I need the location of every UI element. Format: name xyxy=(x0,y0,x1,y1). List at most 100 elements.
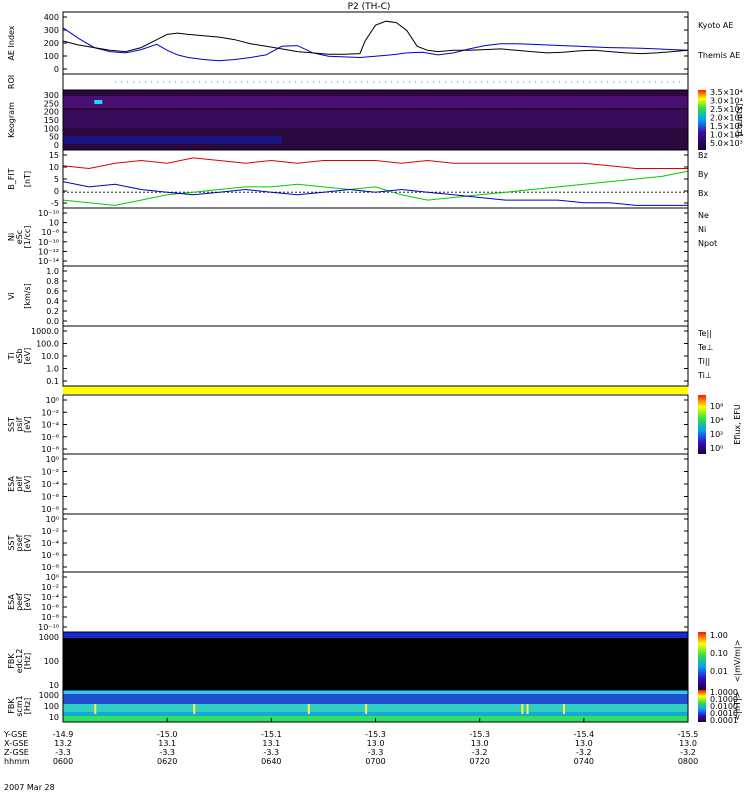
fbk2-spike-6 xyxy=(563,704,565,714)
panel-frame-roi xyxy=(62,73,689,91)
fbk2-colorbar-label: <|nT|> xyxy=(733,692,742,721)
ytick-ti: 10.0 xyxy=(41,352,59,361)
panels: AE Index4003002001000ROIKeogram300250200… xyxy=(7,11,744,725)
date-label: 2007 Mar 28 xyxy=(4,783,55,792)
panel-frame-ni xyxy=(62,207,689,267)
xtick-label-x: 13.0 xyxy=(679,739,697,748)
fbk1-colorbar-tick: 1.00 xyxy=(710,631,728,640)
bfield-line-bx xyxy=(62,181,688,206)
legend-bx: Bx xyxy=(698,189,708,198)
ytick-vi: 0.6 xyxy=(46,287,59,296)
legend-themis-ae: Themis AE xyxy=(697,51,740,60)
ytick-ni: 10⁻¹⁴ xyxy=(38,257,59,266)
ytick-esa1: 10⁰ xyxy=(46,455,59,464)
fbk2-spike-3 xyxy=(365,704,368,714)
legend-ni-1: Ni xyxy=(698,225,706,234)
panel-ylabel-ae: AE Index xyxy=(7,25,16,60)
xtick-label-hhmm: 0700 xyxy=(365,757,385,766)
ytick-fbk2: 10 xyxy=(49,713,59,722)
xtick-label-z: -3.2 xyxy=(680,748,696,757)
fbk1-colorbar-tick: 0.01 xyxy=(710,667,728,676)
panel-yunit-esa2: [eV] xyxy=(23,594,32,611)
panel-yunit-sst1: [eV] xyxy=(23,416,32,433)
xtick-label-hhmm: 0620 xyxy=(157,757,177,766)
ytick-fbk2: 100 xyxy=(44,702,59,711)
ytick-fbk1: 1000 xyxy=(39,633,59,642)
panel-ylabel-vi: Vi xyxy=(7,292,16,300)
panel-ylabel-bfield: B_FIT xyxy=(7,168,16,189)
ytick-esa2: 10⁻² xyxy=(41,583,59,592)
ytick-ti: 1000.0 xyxy=(31,327,59,336)
ytick-sst2: 10⁻⁸ xyxy=(41,563,59,572)
panel-frame-esa2 xyxy=(62,571,689,633)
panel-frame-sst1 xyxy=(62,394,689,455)
fbk2-spike-5 xyxy=(526,704,529,714)
panel-ylabel-keogram: Keogram xyxy=(7,102,16,138)
legend-ni-0: Ne xyxy=(698,211,709,220)
legend-ti-0: Te|| xyxy=(697,329,712,338)
xtick-label-y: -15.4 xyxy=(573,730,594,739)
xtick-label-x: 13.2 xyxy=(54,739,72,748)
legend-by: By xyxy=(698,170,708,179)
xtick-label-hhmm: 0740 xyxy=(574,757,594,766)
bfield-line-bz xyxy=(62,157,688,170)
ytick-sst2: 10⁻⁶ xyxy=(41,551,59,560)
panel-ylabel-roi: ROI xyxy=(7,75,16,89)
ytick-sst1: 10⁻² xyxy=(41,408,59,417)
xtick-label-y: -15.3 xyxy=(469,730,490,739)
panel-yunit-ti: [eV] xyxy=(23,348,32,365)
keogram-band-upper xyxy=(63,96,688,108)
fbk2-spike-2 xyxy=(307,704,310,714)
ytick-esa2: 10⁻⁸ xyxy=(41,613,59,622)
xtick-label-z: -3.3 xyxy=(55,748,71,757)
ytick-ae: 200 xyxy=(44,39,59,48)
ytick-esa1: 10⁻² xyxy=(41,468,59,477)
keogram-colorbar-tick: 5.0×10³ xyxy=(710,139,743,148)
ytick-keogram: 0 xyxy=(54,141,59,150)
xtick-label-hhmm: 0640 xyxy=(261,757,281,766)
panel-yunit-esa1: [eV] xyxy=(23,476,32,493)
panel-yunit-bfield: [nT] xyxy=(23,171,32,187)
sst-colorbar-tick: 10⁰ xyxy=(710,444,723,453)
ytick-ni: 10⁻¹⁰ xyxy=(38,209,59,218)
ytick-vi: 1.0 xyxy=(46,267,59,276)
xtick-label-x: 13.0 xyxy=(575,739,593,748)
panel-yunit-ni: [1/cc] xyxy=(23,226,32,249)
fbk2-spike-4 xyxy=(521,704,524,714)
legend-kyoto-ae: Kyoto AE xyxy=(698,21,733,30)
xtick-label-y: -15.1 xyxy=(261,730,282,739)
ytick-sst1: 10⁰ xyxy=(46,396,59,405)
xtick-label-z: -3.3 xyxy=(159,748,175,757)
panel-frame-ti xyxy=(62,325,689,387)
fbk2-band-mid xyxy=(63,704,688,712)
ae-line-themis-ae xyxy=(62,20,689,55)
keogram-band-blue xyxy=(63,136,282,144)
xtick-label-y: -14.9 xyxy=(53,730,74,739)
sst-colorbar-tick: 10⁸ xyxy=(710,402,723,411)
xtick-label-hhmm: 0720 xyxy=(469,757,489,766)
ae-line-kyoto-ae xyxy=(62,27,689,62)
xtick-label-x: 13.0 xyxy=(367,739,385,748)
ytick-ti: 1.0 xyxy=(46,365,59,374)
keogram-colorbar xyxy=(698,90,706,150)
panel-frame-ae xyxy=(62,11,689,75)
panel-frame-bfield xyxy=(62,149,689,209)
xaxis-row-label: Z-GSE xyxy=(4,748,29,757)
ytick-esa2: 10⁻⁴ xyxy=(41,593,59,602)
xaxis-row-label: Y-GSE xyxy=(3,730,27,739)
panel-frame-vi xyxy=(62,265,689,327)
keogram-colorbar-label: [counts] xyxy=(735,104,744,137)
xtick-label-hhmm: 0600 xyxy=(53,757,73,766)
time-axis: Y-GSEX-GSEZ-GSEhhmm-14.913.2-3.30600-15.… xyxy=(3,718,698,766)
fbk1-heatmap xyxy=(63,632,688,690)
ytick-ae: 300 xyxy=(44,26,59,35)
keogram-bright-spot xyxy=(94,100,103,104)
ytick-bfield: 5 xyxy=(54,175,59,184)
legend-ti-2: Ti|| xyxy=(697,357,710,366)
legend-ti-1: Te⊥ xyxy=(697,343,713,352)
ytick-vi: 0.0 xyxy=(46,317,59,326)
ytick-sst2: 10⁰ xyxy=(46,515,59,524)
sst-colorbar xyxy=(698,395,706,454)
legend-ni-2: Npot xyxy=(698,239,717,248)
ytick-sst1: 10⁻⁸ xyxy=(41,445,59,454)
